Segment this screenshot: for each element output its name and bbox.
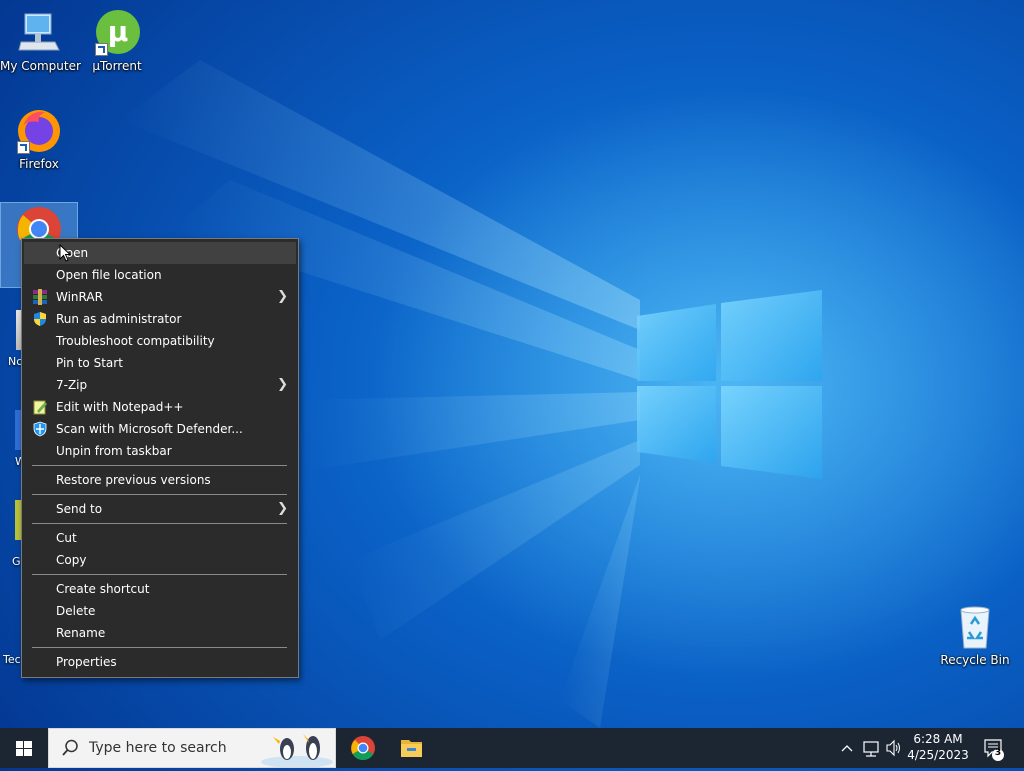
uac-shield-icon (32, 311, 48, 327)
desktop-icon-utorrent[interactable]: µ µTorrent (78, 8, 156, 73)
menu-item-label: Delete (56, 604, 96, 618)
menu-item-label: Scan with Microsoft Defender... (56, 422, 243, 436)
search-highlight-icon (259, 731, 335, 770)
menu-item-run-as-administrator[interactable]: Run as administrator (24, 308, 296, 330)
menu-item-properties[interactable]: Properties (24, 651, 296, 673)
logo-pane-tl (637, 304, 716, 381)
desktop-icon-label: Recycle Bin (940, 653, 1010, 667)
logo-pane-br (721, 386, 822, 479)
taskbar-search-box[interactable]: Type here to search (48, 728, 336, 768)
menu-item-label: Cut (56, 531, 77, 545)
menu-separator (32, 647, 287, 648)
recycle-bin-icon (951, 602, 999, 650)
menu-item-label: WinRAR (56, 290, 103, 304)
mouse-cursor-icon (59, 243, 72, 265)
notepadpp-icon (32, 399, 48, 415)
menu-separator (32, 465, 287, 466)
windows-logo-icon (16, 741, 32, 756)
menu-item-copy[interactable]: Copy (24, 549, 296, 571)
menu-item-label: Create shortcut (56, 582, 150, 596)
menu-item-troubleshoot-compatibility[interactable]: Troubleshoot compatibility (24, 330, 296, 352)
menu-item-label: Unpin from taskbar (56, 444, 172, 458)
menu-item-label: 7-Zip (56, 378, 88, 392)
menu-item-label: Copy (56, 553, 87, 567)
menu-item-label: Open file location (56, 268, 162, 282)
menu-item-restore-previous-versions[interactable]: Restore previous versions (24, 469, 296, 491)
logo-pane-bl (637, 386, 716, 463)
search-icon (61, 739, 79, 760)
shortcut-arrow-icon (95, 43, 108, 56)
menu-item-label: Properties (56, 655, 117, 669)
desktop-icon-recycle-bin[interactable]: Recycle Bin (936, 602, 1014, 667)
network-button[interactable] (860, 728, 882, 768)
start-button[interactable] (0, 728, 48, 768)
menu-item-delete[interactable]: Delete (24, 600, 296, 622)
action-center-button[interactable]: 3 (980, 728, 1010, 768)
menu-item-scan-with-defender[interactable]: Scan with Microsoft Defender... (24, 418, 296, 440)
menu-item-unpin-from-taskbar[interactable]: Unpin from taskbar (24, 440, 296, 462)
show-hidden-icons-button[interactable] (838, 728, 856, 768)
context-menu: Open Open file location WinRAR ❯ Run as … (21, 238, 299, 678)
clock-time: 6:28 AM (913, 732, 963, 746)
svg-text:µ: µ (108, 15, 129, 48)
desktop-icon-my-computer[interactable]: My Computer (0, 8, 81, 73)
menu-item-rename[interactable]: Rename (24, 622, 296, 644)
notification-count-badge: 3 (994, 748, 1002, 758)
firefox-icon (15, 106, 63, 154)
winrar-icon (32, 289, 48, 305)
menu-item-label: Restore previous versions (56, 473, 211, 487)
menu-item-winrar[interactable]: WinRAR ❯ (24, 286, 296, 308)
menu-separator (32, 494, 287, 495)
menu-item-label: Edit with Notepad++ (56, 400, 184, 414)
volume-button[interactable] (884, 728, 904, 768)
taskbar-clock[interactable]: 6:28 AM 4/25/2023 (905, 731, 971, 763)
search-placeholder: Type here to search (89, 740, 227, 756)
menu-item-label: Send to (56, 502, 103, 516)
menu-separator (32, 574, 287, 575)
menu-item-edit-with-notepadpp[interactable]: Edit with Notepad++ (24, 396, 296, 418)
menu-separator (32, 523, 287, 524)
taskbar-file-explorer-button[interactable] (388, 728, 434, 768)
submenu-arrow-icon: ❯ (277, 501, 288, 516)
taskbar: Type here to search 6:28 AM 4/25/2023 3 (0, 728, 1024, 768)
clock-date: 4/25/2023 (907, 748, 969, 762)
menu-item-label: Pin to Start (56, 356, 123, 370)
desktop-icon-label: Firefox (19, 157, 59, 171)
logo-pane-tr (721, 290, 822, 381)
menu-item-label: Rename (56, 626, 106, 640)
speaker-icon (886, 739, 900, 757)
desktop-icon-label: My Computer (0, 59, 81, 73)
menu-item-pin-to-start[interactable]: Pin to Start (24, 352, 296, 374)
menu-item-send-to[interactable]: Send to ❯ (24, 498, 296, 520)
menu-item-7zip[interactable]: 7-Zip ❯ (24, 374, 296, 396)
desktop-icon-label: µTorrent (92, 59, 142, 73)
defender-icon (32, 421, 48, 437)
desktop-icon-firefox[interactable]: Firefox (0, 106, 78, 171)
network-icon (863, 741, 879, 757)
chevron-up-icon (841, 745, 853, 752)
chrome-icon (351, 736, 375, 761)
taskbar-chrome-button[interactable] (340, 728, 386, 768)
file-explorer-icon (401, 740, 422, 757)
menu-item-label: Troubleshoot compatibility (56, 334, 215, 348)
menu-item-cut[interactable]: Cut (24, 527, 296, 549)
menu-item-open-file-location[interactable]: Open file location (24, 264, 296, 286)
submenu-arrow-icon: ❯ (277, 289, 288, 304)
submenu-arrow-icon: ❯ (277, 377, 288, 392)
shortcut-arrow-icon (17, 141, 30, 154)
utorrent-icon: µ (93, 8, 141, 56)
menu-item-label: Run as administrator (56, 312, 182, 326)
menu-item-create-shortcut[interactable]: Create shortcut (24, 578, 296, 600)
computer-icon (15, 8, 63, 56)
